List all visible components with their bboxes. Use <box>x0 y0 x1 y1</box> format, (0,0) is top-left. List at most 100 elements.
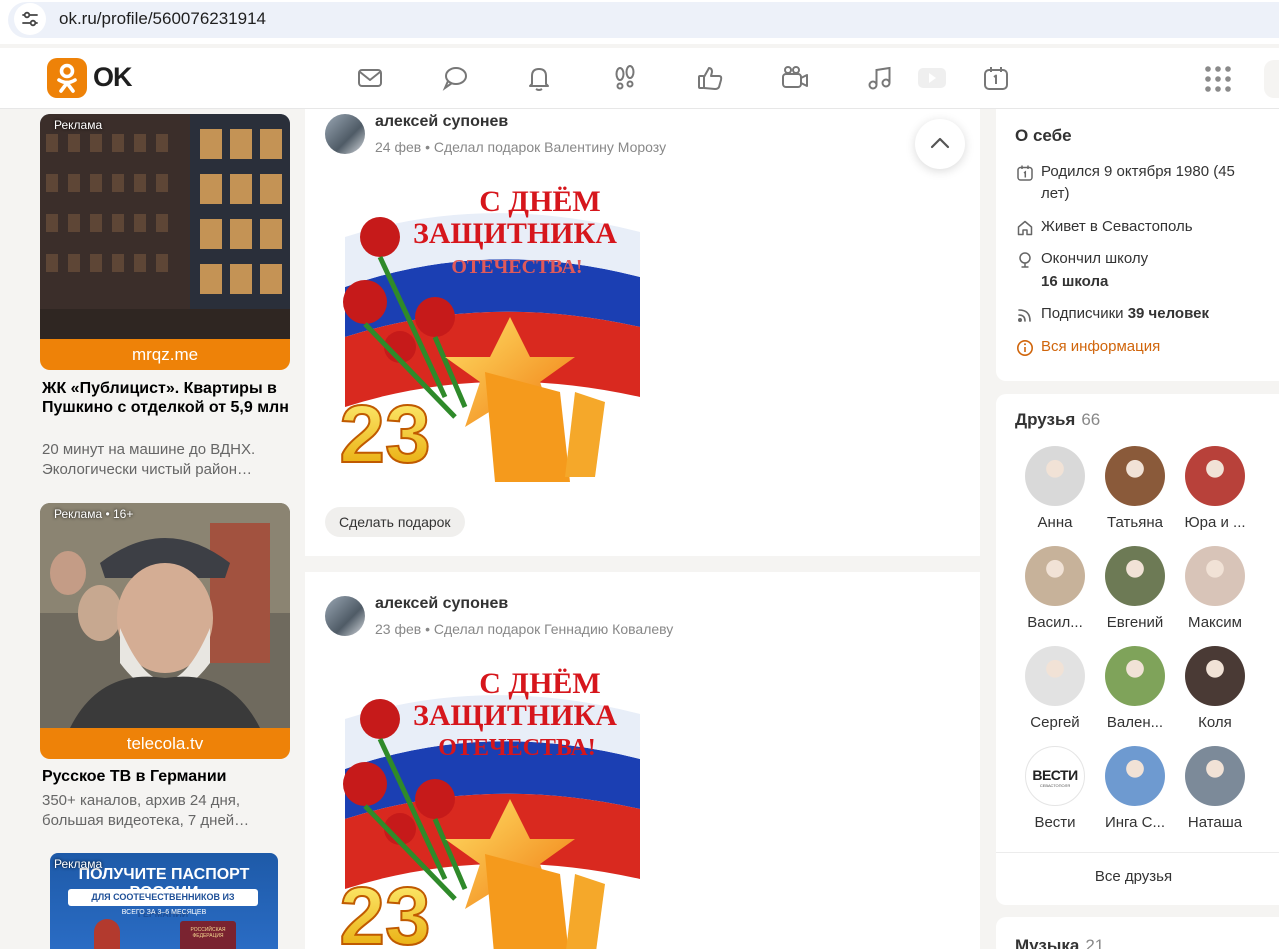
footprints-icon[interactable] <box>609 62 641 94</box>
friend-item[interactable]: Инга С... <box>1095 746 1175 831</box>
ad-image-building[interactable] <box>40 114 290 339</box>
subscribers-count[interactable]: 39 человек <box>1128 305 1209 322</box>
friend-avatar[interactable] <box>1105 746 1165 806</box>
friend-name[interactable]: Васил... <box>1015 614 1095 631</box>
like-icon[interactable] <box>694 62 726 94</box>
card-line1: С ДНЁМ <box>479 185 600 218</box>
friend-avatar[interactable] <box>1185 646 1245 706</box>
music-title-text: Музыка <box>1015 936 1080 949</box>
ad-label: Реклама <box>54 857 103 871</box>
friend-avatar[interactable]: ВЕСТИ СЕВАСТОПОЛЯ <box>1025 746 1085 806</box>
site-settings-icon[interactable] <box>14 3 46 35</box>
friend-avatar[interactable] <box>1025 446 1085 506</box>
friend-item[interactable]: ВЕСТИ СЕВАСТОПОЛЯ Вести <box>1015 746 1095 831</box>
about-school[interactable]: 16 школа <box>1041 271 1256 293</box>
friend-name[interactable]: Максим <box>1175 614 1255 631</box>
scroll-top-button[interactable] <box>915 119 965 169</box>
gift-card-image[interactable]: С ДНЁМ ЗАЩИТНИКА ОТЕЧЕСТВА! 23 <box>335 659 645 949</box>
url-text[interactable]: ok.ru/profile/560076231914 <box>59 9 266 29</box>
post-action[interactable]: Сделал подарок Геннадию Ковалеву <box>434 621 673 637</box>
friend-name[interactable]: Вален... <box>1095 714 1175 731</box>
school-globe-icon <box>1016 251 1034 269</box>
gift-card-image[interactable]: С ДНЁМ ЗАЩИТНИКА ОТЕЧЕСТВА! 23 <box>335 177 645 487</box>
about-title: О себе <box>1015 126 1072 145</box>
post-meta: 24 фев • Сделал подарок Валентину Морозу <box>375 139 667 155</box>
ad-title[interactable]: Русское ТВ в Германии <box>42 767 292 786</box>
friend-logo-text: ВЕСТИ <box>1032 767 1078 783</box>
post-date[interactable]: 23 фев <box>375 621 421 637</box>
site-header: OK <box>0 48 1279 109</box>
post-author[interactable]: алексей супонев <box>375 595 508 613</box>
about-lives[interactable]: Живет в Севастополь <box>1041 216 1256 238</box>
friend-item[interactable]: Васил... <box>1015 546 1095 631</box>
logo-text[interactable]: OK <box>93 62 132 93</box>
friend-item[interactable]: Анна <box>1015 446 1095 531</box>
all-info-link[interactable]: Вся информация <box>1041 336 1256 358</box>
friend-name[interactable]: Наташа <box>1175 814 1255 831</box>
camera-icon[interactable] <box>779 62 811 94</box>
friend-name[interactable]: Вести <box>1015 814 1095 831</box>
make-gift-button[interactable]: Сделать подарок <box>325 507 465 537</box>
chat-icon[interactable] <box>439 62 471 94</box>
friend-avatar[interactable] <box>1185 446 1245 506</box>
friend-item[interactable]: Максим <box>1175 546 1255 631</box>
browser-url-bar: ok.ru/profile/560076231914 <box>0 0 1279 44</box>
post-meta: 23 фев • Сделал подарок Геннадию Ковалев… <box>375 621 674 637</box>
author-avatar[interactable] <box>325 114 365 154</box>
friend-item[interactable]: Татьяна <box>1095 446 1175 531</box>
friend-name[interactable]: Инга С... <box>1095 814 1175 831</box>
card-line3: ОТЕЧЕСТВА! <box>438 735 595 761</box>
author-avatar[interactable] <box>325 596 365 636</box>
music-title[interactable]: Музыка 21 <box>1015 936 1104 949</box>
all-friends-link[interactable]: Все друзья <box>996 868 1271 885</box>
calendar-icon[interactable] <box>980 62 1012 94</box>
card-line2: ЗАЩИТНИКА <box>413 217 617 250</box>
friend-item[interactable]: Юра и ... <box>1175 446 1255 531</box>
ad-description[interactable]: 350+ каналов, архив 24 дня, большая виде… <box>42 791 292 831</box>
friends-title[interactable]: Друзья 66 <box>1015 410 1100 430</box>
friend-item[interactable]: Коля <box>1175 646 1255 731</box>
ad-description[interactable]: 20 минут на машине до ВДНХ. Экологически… <box>42 440 292 480</box>
post-author[interactable]: алексей супонев <box>375 113 508 131</box>
ad-domain[interactable]: mrqz.me <box>40 339 290 370</box>
bell-icon[interactable] <box>523 62 555 94</box>
friend-avatar[interactable] <box>1105 646 1165 706</box>
ad-image-tv[interactable] <box>40 503 290 728</box>
post-date[interactable]: 24 фев <box>375 139 421 155</box>
birthday-calendar-icon <box>1016 164 1034 182</box>
friend-avatar[interactable] <box>1185 746 1245 806</box>
video-icon[interactable] <box>915 62 947 94</box>
divider <box>996 852 1279 853</box>
post-action[interactable]: Сделал подарок Валентину Морозу <box>434 139 666 155</box>
friends-title-text: Друзья <box>1015 410 1076 429</box>
friend-name[interactable]: Евгений <box>1095 614 1175 631</box>
friend-item[interactable]: Сергей <box>1015 646 1095 731</box>
about-panel: О себе Родился 9 октября 1980 (45 лет) Ж… <box>996 109 1279 381</box>
friend-name[interactable]: Татьяна <box>1095 514 1175 531</box>
mail-icon[interactable] <box>354 62 386 94</box>
friend-name[interactable]: Сергей <box>1015 714 1095 731</box>
feed-post-2: алексей супонев 23 фев • Сделал подарок … <box>305 572 980 949</box>
friend-item[interactable]: Вален... <box>1095 646 1175 731</box>
apps-grid-icon[interactable] <box>1203 64 1233 94</box>
rss-icon <box>1016 306 1034 324</box>
friend-avatar[interactable] <box>1025 646 1085 706</box>
friend-name[interactable]: Юра и ... <box>1175 514 1255 531</box>
friend-name[interactable]: Коля <box>1175 714 1255 731</box>
ad-title[interactable]: ЖК «Публицист». Квартиры в Пушкино с отд… <box>42 379 292 417</box>
friend-name[interactable]: Анна <box>1015 514 1095 531</box>
friend-item[interactable]: Евгений <box>1095 546 1175 631</box>
friend-avatar[interactable] <box>1105 546 1165 606</box>
banner-subline: ДЛЯ СООТЕЧЕСТВЕННИКОВ ИЗ ГЕРМАНИИ <box>68 889 258 919</box>
music-icon[interactable] <box>864 62 896 94</box>
ad-domain[interactable]: telecola.tv <box>40 728 290 759</box>
friend-avatar[interactable] <box>1105 446 1165 506</box>
user-menu[interactable] <box>1264 60 1279 98</box>
friend-item[interactable]: Наташа <box>1175 746 1255 831</box>
card-line1: С ДНЁМ <box>479 667 600 700</box>
about-subscribers[interactable]: Подписчики 39 человек <box>1041 303 1256 325</box>
friend-avatar[interactable] <box>1025 546 1085 606</box>
friend-avatar[interactable] <box>1185 546 1245 606</box>
ok-logo-icon[interactable] <box>47 58 87 98</box>
home-icon <box>1016 219 1034 237</box>
